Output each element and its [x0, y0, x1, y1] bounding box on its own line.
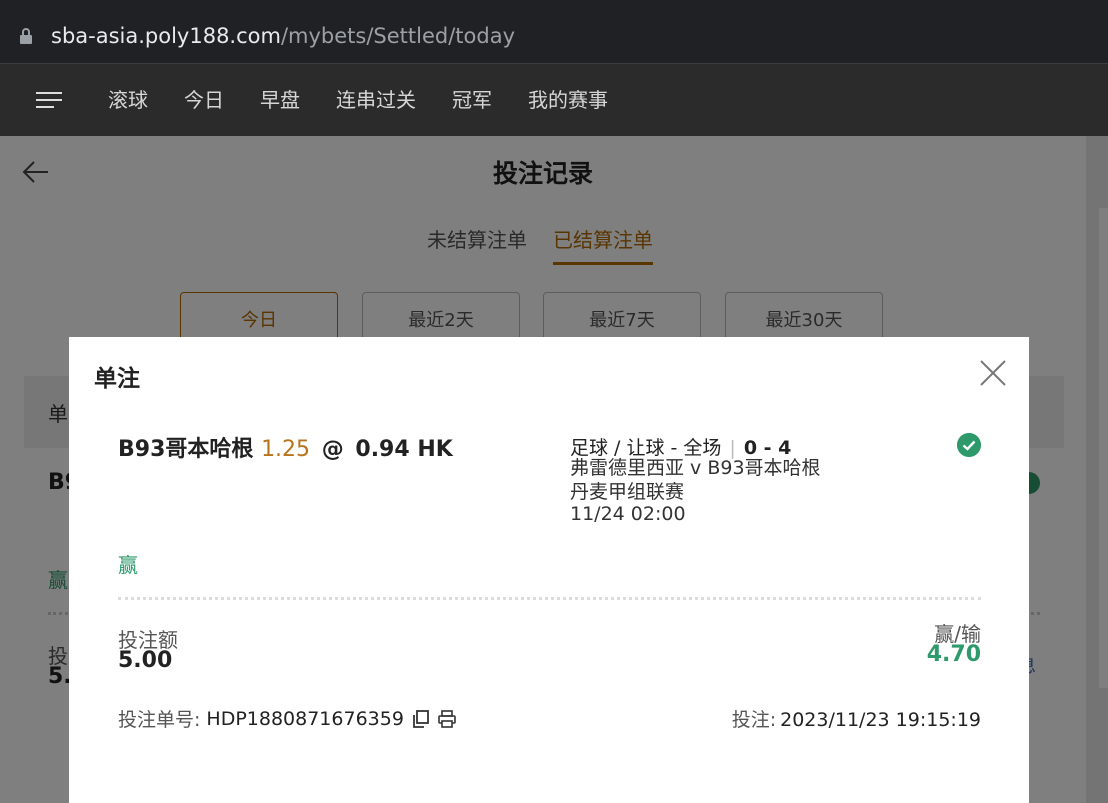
- market-type: 足球 / 让球 - 全场: [570, 437, 722, 459]
- bet-handicap: 1.25: [261, 437, 311, 462]
- ticket-label: 投注单号:: [118, 709, 201, 731]
- placed-label: 投注:: [731, 709, 777, 731]
- win-loss-value: 4.70: [926, 642, 981, 667]
- kickoff-time: 11/24 02:00: [570, 503, 686, 525]
- bet-selection: B93哥本哈根 1.25 @ 0.94 HK: [118, 431, 453, 463]
- url-text[interactable]: sba-asia.poly188.com/mybets/Settled/toda…: [51, 22, 515, 50]
- bet-detail-modal: 单注 B93哥本哈根 1.25 @ 0.94 HK 足球 / 让球 - 全场 | 0…: [69, 337, 1029, 803]
- url-path: /mybets/Settled/today: [280, 24, 516, 48]
- nav-item-live[interactable]: 滚球: [108, 86, 148, 114]
- placed-info: 投注: 2023/11/23 19:15:19: [732, 705, 981, 732]
- nav-item-my-events[interactable]: 我的赛事: [528, 86, 608, 114]
- stake-value: 5.00: [118, 648, 173, 673]
- bet-result: 赢: [118, 553, 138, 577]
- league-name: 丹麦甲组联赛: [570, 481, 685, 503]
- nav-item-early[interactable]: 早盘: [260, 86, 300, 114]
- menu-icon[interactable]: [36, 90, 62, 110]
- close-icon[interactable]: [977, 357, 1009, 389]
- separator: |: [729, 437, 736, 459]
- bet-odds: 0.94 HK: [355, 437, 453, 462]
- match-name: 弗雷德里西亚 v B93哥本哈根: [570, 457, 821, 479]
- address-bar[interactable]: sba-asia.poly188.com/mybets/Settled/toda…: [0, 0, 1108, 64]
- match-score: 0 - 4: [743, 437, 792, 459]
- copy-icon[interactable]: [412, 709, 430, 728]
- ticket-number: HDP1880871676359: [206, 707, 404, 730]
- bet-at: @: [321, 437, 344, 462]
- print-icon[interactable]: [438, 709, 456, 728]
- nav-item-parlay[interactable]: 连串过关: [336, 86, 416, 114]
- site-nav: 滚球 今日 早盘 连串过关 冠军 我的赛事: [0, 64, 1108, 136]
- ticket-info: 投注单号: HDP1880871676359: [118, 705, 456, 732]
- dotted-divider: [118, 597, 981, 600]
- placed-time: 2023/11/23 19:15:19: [780, 709, 981, 731]
- url-host: sba-asia.poly188.com: [51, 24, 281, 48]
- lock-icon: [20, 28, 32, 44]
- bet-team: B93哥本哈根: [118, 437, 254, 462]
- nav-item-outright[interactable]: 冠军: [452, 86, 492, 114]
- check-circle-icon: [957, 433, 981, 457]
- nav-items: 滚球 今日 早盘 连串过关 冠军 我的赛事: [108, 86, 644, 114]
- modal-title: 单注: [94, 366, 140, 392]
- market-info: 足球 / 让球 - 全场 | 0 - 4: [570, 433, 791, 460]
- nav-item-today[interactable]: 今日: [184, 86, 224, 114]
